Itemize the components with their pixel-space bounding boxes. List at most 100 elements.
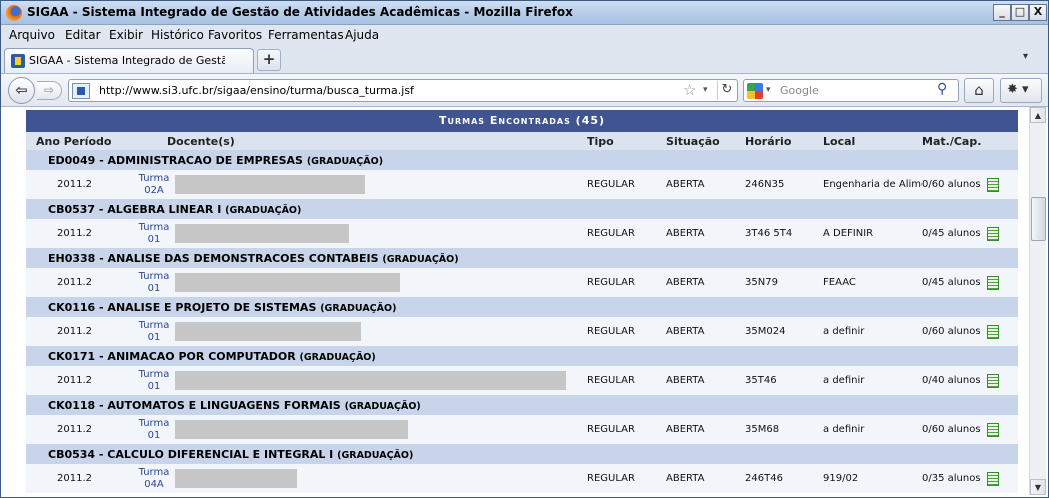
back-button[interactable]: ⇦	[8, 77, 35, 104]
tab-list-chevron-icon[interactable]: ▾	[1023, 51, 1028, 62]
new-tab-button[interactable]: +	[257, 49, 281, 71]
turma-code[interactable]: 02A	[133, 185, 175, 197]
period-cell: 2011.2	[26, 219, 133, 248]
turma-label[interactable]: Turma	[133, 222, 175, 234]
tipo-cell: REGULAR	[587, 317, 667, 346]
mat-cap-value: 0/60 alunos	[922, 326, 981, 337]
course-title: CK0118 - AUTOMATOS E LINGUAGENS FORMAIS …	[26, 395, 1019, 415]
url-text[interactable]: http://www.si3.ufc.br/sigaa/ensino/turma…	[99, 84, 414, 97]
google-engine-icon[interactable]	[747, 83, 763, 99]
mat-cap-cell: 0/60 alunos	[922, 317, 1019, 346]
close-button[interactable]: X	[1029, 4, 1047, 21]
scroll-down-icon[interactable]: ▼	[1030, 479, 1046, 495]
engine-dropdown-icon[interactable]: ▾	[766, 85, 771, 95]
report-icon[interactable]	[986, 226, 999, 241]
turma-link[interactable]: Turma 01	[133, 415, 175, 444]
course-level: (GRADUAÇÃO)	[344, 400, 421, 412]
turma-link[interactable]: Turma 04A	[133, 464, 175, 493]
situacao-cell: ABERTA	[666, 170, 746, 199]
report-icon[interactable]	[986, 471, 999, 486]
tipo-cell: REGULAR	[587, 268, 667, 297]
site-identity-icon[interactable]	[72, 83, 90, 99]
turma-label[interactable]: Turma	[133, 173, 175, 185]
local-cell: a definir	[823, 366, 923, 395]
addon-icon: ✸	[1007, 82, 1018, 97]
course-title: CB0534 - CALCULO DIFERENCIAL E INTEGRAL …	[26, 444, 1019, 464]
menu-exibir[interactable]: Exibir	[109, 28, 143, 42]
turma-link[interactable]: Turma 02A	[133, 170, 175, 199]
turma-code[interactable]: 01	[133, 332, 175, 344]
course-title: ED0049 - ADMINISTRACAO DE EMPRESAS (GRAD…	[26, 150, 1019, 170]
class-row: 2011.2 Turma 01 REGULAR ABERTA 35M024 a defini…	[26, 317, 1019, 346]
menu-ferramentas[interactable]: Ferramentas	[268, 28, 344, 42]
course-level: (GRADUAÇÃO)	[320, 302, 397, 314]
scroll-thumb[interactable]	[1031, 197, 1046, 241]
minimize-button[interactable]: _	[993, 4, 1011, 21]
turma-label[interactable]: Turma	[133, 271, 175, 283]
bookmark-star-icon[interactable]: ☆	[683, 81, 696, 99]
tab-sigaa[interactable]: SIGAA - Sistema Integrado de Gestão de A…	[4, 48, 254, 73]
search-bar[interactable]: ▾ Google ⚲	[743, 79, 959, 102]
turma-code[interactable]: 01	[133, 381, 175, 393]
menu-arquivo[interactable]: Arquivo	[9, 28, 55, 42]
turma-code[interactable]: 01	[133, 283, 175, 295]
redacted-docente	[175, 469, 297, 488]
vertical-scrollbar[interactable]: ▲ ▼	[1029, 107, 1046, 495]
addon-button[interactable]: ✸ ▾	[1000, 78, 1042, 103]
forward-button[interactable]: ⇨	[37, 81, 62, 100]
page-viewport: Turmas Encontradas (45) Ano Período Doce…	[1, 107, 1048, 497]
course-level: (GRADUAÇÃO)	[306, 155, 384, 167]
horario-cell: 35N79	[745, 268, 824, 297]
menu-ajuda[interactable]: Ajuda	[345, 28, 379, 42]
course-group-row: CK0116 - ANALISE E PROJETO DE SISTEMAS (…	[26, 297, 1019, 317]
turma-link[interactable]: Turma 01	[133, 317, 175, 346]
turma-code[interactable]: 01	[133, 234, 175, 246]
menu-favoritos[interactable]: Favoritos	[208, 28, 262, 42]
header-docentes: Docente(s)	[133, 132, 588, 150]
horario-cell: 3T46 5T4	[745, 219, 824, 248]
turma-label[interactable]: Turma	[133, 418, 175, 430]
window-title: SIGAA - Sistema Integrado de Gestão de A…	[27, 5, 573, 19]
home-button[interactable]: ⌂	[964, 78, 994, 103]
turma-label[interactable]: Turma	[133, 320, 175, 332]
horario-cell: 35T46	[745, 366, 824, 395]
maximize-button[interactable]: □	[1011, 4, 1029, 21]
mat-cap-cell: 0/45 alunos	[922, 268, 1019, 297]
header-row: Ano Período Docente(s) Tipo Situação Hor…	[26, 132, 1019, 150]
redacted-docente	[175, 224, 349, 243]
local-cell: A DEFINIR	[823, 219, 923, 248]
situacao-cell: ABERTA	[666, 268, 746, 297]
local-cell: a definir	[823, 415, 923, 444]
situacao-cell: ABERTA	[666, 219, 746, 248]
mat-cap-value: 0/60 alunos	[922, 179, 981, 190]
menu-editar[interactable]: Editar	[65, 28, 101, 42]
menu-historico[interactable]: Histórico	[151, 28, 204, 42]
scroll-up-icon[interactable]: ▲	[1030, 107, 1046, 123]
report-icon[interactable]	[986, 275, 999, 290]
turma-code[interactable]: 04A	[133, 479, 175, 491]
report-icon[interactable]	[986, 422, 999, 437]
home-icon: ⌂	[974, 81, 984, 99]
turma-code[interactable]: 01	[133, 430, 175, 442]
turma-label[interactable]: Turma	[133, 467, 175, 479]
class-row: 2011.2 Turma 01 REGULAR ABERTA 35T46 a definir…	[26, 366, 1019, 395]
header-horario: Horário	[745, 132, 824, 150]
url-history-dropdown-icon[interactable]: ▾	[703, 85, 708, 95]
report-icon[interactable]	[986, 373, 999, 388]
report-icon[interactable]	[986, 324, 999, 339]
search-input[interactable]: Google	[780, 84, 819, 97]
reload-icon[interactable]: ↻	[717, 81, 736, 100]
turma-link[interactable]: Turma 01	[133, 366, 175, 395]
url-bar[interactable]: http://www.si3.ufc.br/sigaa/ensino/turma…	[68, 79, 738, 102]
magnifier-icon[interactable]: ⚲	[937, 81, 947, 97]
turma-link[interactable]: Turma 01	[133, 219, 175, 248]
tab-title: SIGAA - Sistema Integrado de Gestão de A…	[29, 54, 225, 67]
turma-link[interactable]: Turma 01	[133, 268, 175, 297]
period-cell: 2011.2	[26, 268, 133, 297]
header-mat-cap: Mat./Cap.	[922, 132, 1019, 150]
title-bar[interactable]: SIGAA - Sistema Integrado de Gestão de A…	[1, 1, 1048, 25]
period-cell: 2011.2	[26, 170, 133, 199]
turma-label[interactable]: Turma	[133, 369, 175, 381]
situacao-cell: ABERTA	[666, 464, 746, 493]
report-icon[interactable]	[986, 177, 999, 192]
